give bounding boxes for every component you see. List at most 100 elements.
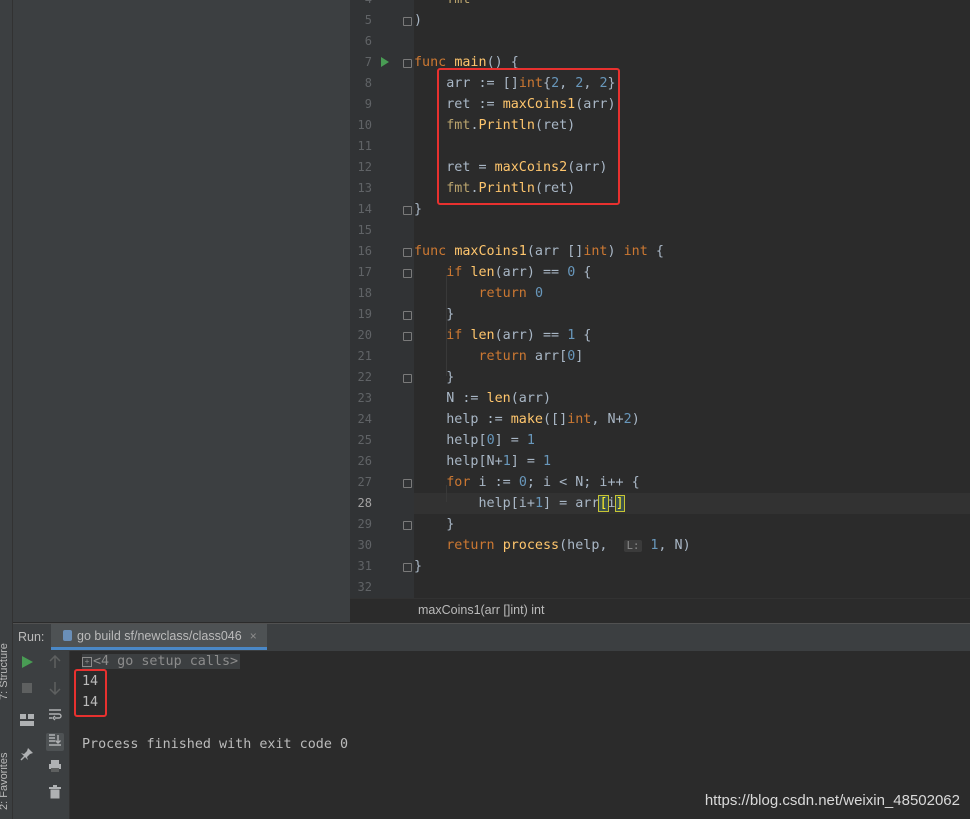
clear-all-button[interactable] xyxy=(46,785,64,803)
line-number[interactable]: 14 xyxy=(350,199,372,220)
soft-wrap-icon xyxy=(49,709,62,721)
code-line[interactable]: } xyxy=(414,304,454,325)
code-line[interactable]: } xyxy=(414,556,422,577)
line-number[interactable]: 10 xyxy=(350,115,372,136)
code-line[interactable]: if len(arr) == 1 { xyxy=(414,325,591,346)
run-toolbar-primary xyxy=(13,651,41,819)
scroll-to-end-icon xyxy=(49,734,61,746)
run-toolbar-secondary xyxy=(41,651,70,819)
code-line[interactable]: return arr[0] xyxy=(414,346,584,367)
line-number[interactable]: 7 xyxy=(350,52,372,73)
code-line[interactable]: } xyxy=(414,514,454,535)
code-line[interactable]: } xyxy=(414,367,454,388)
indent-guide xyxy=(446,338,447,376)
editor-gutter: 4567891011121314151617181920212223242526… xyxy=(350,0,414,598)
fold-marker-icon[interactable] xyxy=(403,248,412,257)
line-number[interactable]: 17 xyxy=(350,262,372,283)
code-line[interactable]: } xyxy=(414,199,422,220)
code-line[interactable]: N := len(arr) xyxy=(414,388,551,409)
favorites-tool-tab[interactable]: 2: Favorites xyxy=(0,753,10,810)
pin-tab-button[interactable] xyxy=(18,747,36,765)
code-line[interactable]: fmt xyxy=(414,0,470,10)
line-number[interactable]: 31 xyxy=(350,556,372,577)
arrow-down-icon xyxy=(49,682,61,696)
stop-button[interactable] xyxy=(18,681,36,699)
line-number[interactable]: 21 xyxy=(350,346,372,367)
fold-marker-icon[interactable] xyxy=(403,521,412,530)
code-line[interactable]: func maxCoins1(arr []int) int { xyxy=(414,241,664,262)
line-number[interactable]: 12 xyxy=(350,157,372,178)
breadcrumb-function[interactable]: maxCoins1(arr []int) int xyxy=(418,603,544,617)
fold-marker-icon[interactable] xyxy=(403,374,412,383)
run-label: Run: xyxy=(18,630,45,644)
line-number[interactable]: 9 xyxy=(350,94,372,115)
printer-icon xyxy=(49,760,61,772)
line-number[interactable]: 16 xyxy=(350,241,372,262)
line-number[interactable]: 19 xyxy=(350,304,372,325)
process-finished-message: Process finished with exit code 0 xyxy=(82,737,349,752)
highlight-box-main-body xyxy=(437,68,620,205)
soft-wrap-button[interactable] xyxy=(46,707,64,725)
line-number[interactable]: 18 xyxy=(350,283,372,304)
code-line[interactable]: return 0 xyxy=(414,283,544,304)
arrow-up-icon xyxy=(49,654,61,668)
watermark: https://blog.csdn.net/weixin_48502062 xyxy=(704,792,960,809)
line-number[interactable]: 29 xyxy=(350,514,372,535)
line-number[interactable]: 22 xyxy=(350,367,372,388)
line-number[interactable]: 6 xyxy=(350,31,372,52)
breadcrumb[interactable]: maxCoins1(arr []int) int xyxy=(350,598,970,623)
setup-calls-text: <4 go setup calls> xyxy=(93,654,239,669)
line-number[interactable]: 28 xyxy=(350,493,372,514)
code-line[interactable]: for i := 0; i < N; i++ { xyxy=(414,472,640,493)
line-number[interactable]: 30 xyxy=(350,535,372,556)
layout-button[interactable] xyxy=(18,713,36,731)
project-panel xyxy=(13,0,350,622)
line-number[interactable]: 13 xyxy=(350,178,372,199)
play-icon xyxy=(22,656,33,668)
line-number[interactable]: 32 xyxy=(350,577,372,598)
code-line[interactable]: help := make([]int, N+2) xyxy=(414,409,640,430)
run-tab-title: go build sf/newclass/class046 xyxy=(77,629,242,643)
line-number[interactable]: 8 xyxy=(350,73,372,94)
fold-marker-icon[interactable] xyxy=(403,206,412,215)
line-number[interactable]: 23 xyxy=(350,388,372,409)
fold-marker-icon[interactable] xyxy=(403,59,412,68)
structure-tool-tab[interactable]: 7: Structure xyxy=(0,643,10,700)
line-number[interactable]: 20 xyxy=(350,325,372,346)
left-tool-strip: 7: Structure 2: Favorites xyxy=(0,0,13,819)
stop-icon xyxy=(22,683,32,693)
line-number[interactable]: 25 xyxy=(350,430,372,451)
layout-icon xyxy=(20,714,34,726)
highlight-box-output xyxy=(74,669,107,717)
code-line[interactable]: help[0] = 1 xyxy=(414,430,535,451)
expand-icon[interactable]: + xyxy=(82,657,92,667)
line-number[interactable]: 24 xyxy=(350,409,372,430)
fold-marker-icon[interactable] xyxy=(403,311,412,320)
line-number[interactable]: 15 xyxy=(350,220,372,241)
run-config-tab[interactable]: go build sf/newclass/class046 × xyxy=(51,624,267,650)
line-number[interactable]: 5 xyxy=(350,10,372,31)
code-line[interactable]: if len(arr) == 0 { xyxy=(414,262,591,283)
code-line[interactable]: help[N+1] = 1 xyxy=(414,451,551,472)
line-number[interactable]: 27 xyxy=(350,472,372,493)
fold-marker-icon[interactable] xyxy=(403,332,412,341)
fold-marker-icon[interactable] xyxy=(403,17,412,26)
run-panel-header: Run: go build sf/newclass/class046 × xyxy=(13,623,970,652)
scroll-up-button[interactable] xyxy=(46,654,64,673)
scroll-down-button[interactable] xyxy=(46,681,64,699)
fold-marker-icon[interactable] xyxy=(403,563,412,572)
fold-marker-icon[interactable] xyxy=(403,269,412,278)
code-line[interactable]: ) xyxy=(414,10,422,31)
close-tab-icon[interactable]: × xyxy=(250,629,257,643)
scroll-to-end-button[interactable] xyxy=(46,733,64,751)
indent-guide xyxy=(446,485,447,502)
code-line[interactable]: return process(help, L: 1, N) xyxy=(414,535,690,556)
rerun-button[interactable] xyxy=(18,655,36,673)
line-number[interactable]: 26 xyxy=(350,451,372,472)
pin-icon xyxy=(20,748,33,761)
line-number[interactable]: 11 xyxy=(350,136,372,157)
line-number[interactable]: 4 xyxy=(350,0,372,10)
run-gutter-icon[interactable] xyxy=(381,57,389,67)
print-button[interactable] xyxy=(46,759,64,777)
fold-marker-icon[interactable] xyxy=(403,479,412,488)
